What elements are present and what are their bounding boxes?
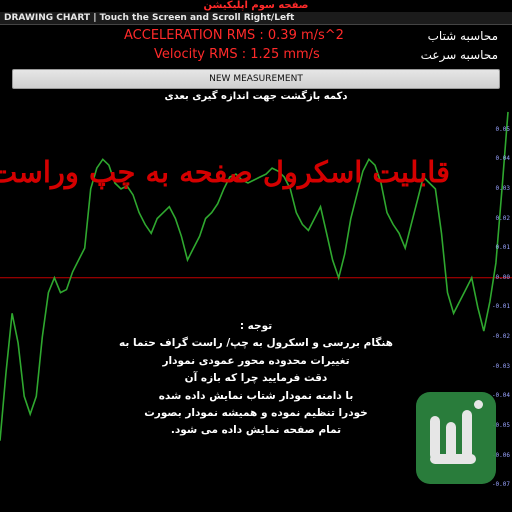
y-tick-label: 0.00 — [495, 273, 510, 281]
y-tick-label: -0.07 — [491, 481, 510, 489]
note-line: هنگام بررسی و اسکرول به چپ/ راست گراف حت… — [119, 337, 393, 350]
y-tick-label: 0.02 — [495, 214, 510, 222]
y-tick-label: -0.04 — [491, 392, 510, 400]
note-line: دقت فرمایید چرا که بازه آن — [184, 372, 328, 385]
y-tick-label: 0.03 — [495, 184, 510, 192]
scroll-feature-title: قابلیت اسکرول صفحه به چپ وراست — [0, 155, 450, 189]
back-button-hint: دکمه بازگشت جهت اندازه گیری بعدی — [164, 91, 348, 102]
y-tick-label: -0.03 — [491, 362, 510, 370]
y-tick-label: -0.02 — [491, 333, 510, 341]
y-tick-label: -0.01 — [491, 303, 510, 311]
bazaar-logo-icon — [416, 392, 496, 484]
note-heading: توجه : — [239, 320, 273, 332]
y-tick-label: 0.04 — [495, 155, 510, 163]
y-tick-label: 0.01 — [495, 244, 510, 252]
note-line: تغییرات محدوده محور عمودی نمودار — [162, 354, 350, 367]
y-tick-label: 0.05 — [495, 125, 510, 133]
note-line: تمام صفحه نمایش داده می شود. — [170, 424, 342, 437]
note-line: خودرا تنظیم نموده و همیشه نمودار بصورت — [144, 407, 368, 419]
note-line: با دامنه نمودار شتاب نمایش داده شده — [158, 389, 354, 402]
